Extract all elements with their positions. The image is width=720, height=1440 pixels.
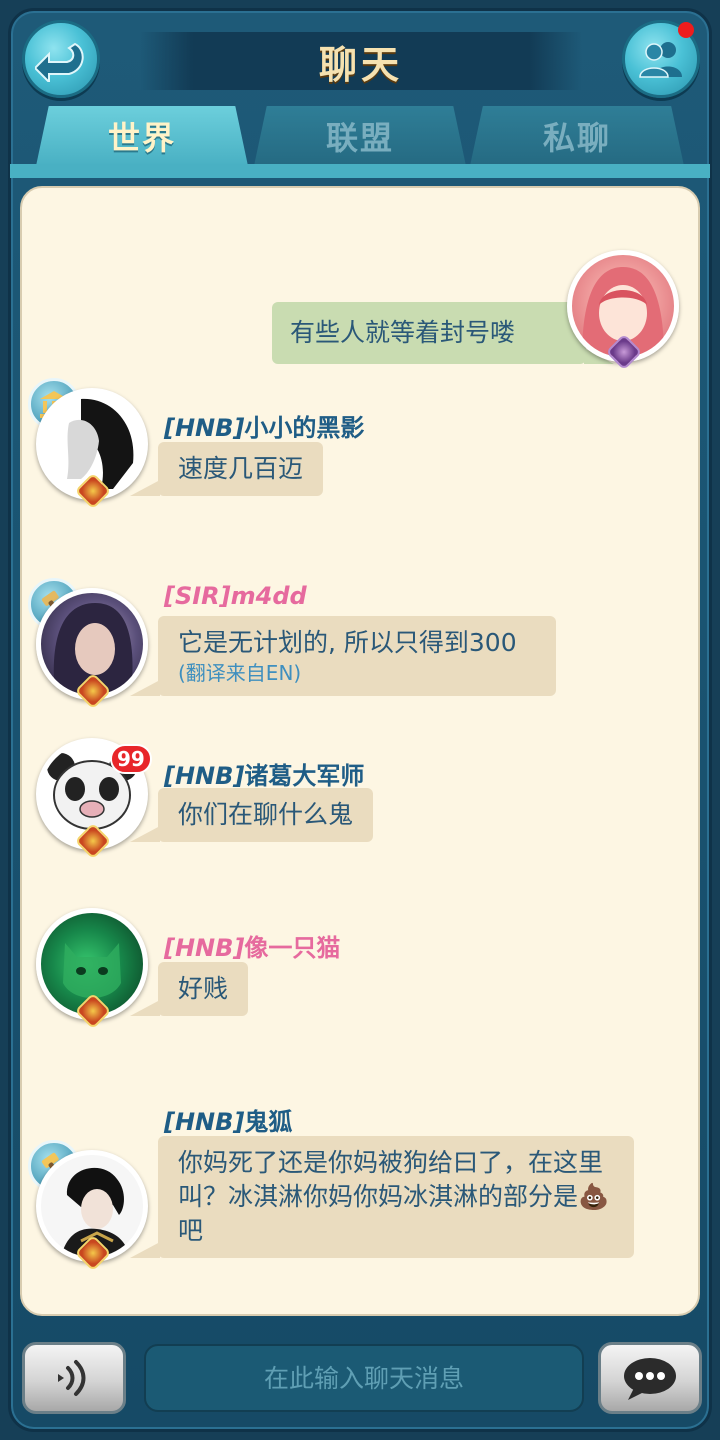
send-button[interactable] <box>598 1342 702 1414</box>
message-bubble[interactable]: 速度几百迈 <box>129 442 324 496</box>
back-arrow-icon <box>35 42 84 82</box>
chat-input[interactable] <box>144 1344 584 1412</box>
sender-name[interactable]: [HNB]像一只猫 <box>164 928 340 963</box>
tab-world[interactable]: 世界 <box>36 106 248 166</box>
chat-bubble-icon <box>624 1358 676 1400</box>
message-text: 速度几百迈 <box>178 454 304 483</box>
message-bubble[interactable]: 你们在聊什么鬼 <box>129 788 374 842</box>
message-text: 有些人就等着封号喽 <box>290 318 516 347</box>
message-bubble[interactable]: 你妈死了还是你妈被狗给曰了，在这里叫？冰淇淋你妈你妈冰淇淋的部分是💩吧 <box>130 1136 634 1258</box>
back-button[interactable] <box>22 20 100 98</box>
message-text: 你们在聊什么鬼 <box>178 800 354 829</box>
my-message-bubble[interactable]: 有些人就等着封号喽 <box>272 302 614 364</box>
message-text: 好贱 <box>178 974 229 1003</box>
sender-name[interactable]: [SIR]m4dd <box>164 582 307 610</box>
unread-count-badge: 99 <box>110 744 152 774</box>
voice-button[interactable] <box>22 1342 126 1414</box>
tab-private[interactable]: 私聊 <box>470 106 684 166</box>
page-title: 聊天 <box>318 42 403 87</box>
translation-note: (翻译来自EN) <box>178 661 302 685</box>
sender-name[interactable]: [HNB]诸葛大军师 <box>164 756 364 791</box>
notification-dot <box>678 22 694 38</box>
sender-name[interactable]: [HNB]小小的黑影 <box>164 408 364 443</box>
friends-icon <box>639 42 682 78</box>
message-text: 它是无计划的, 所以只得到300 <box>178 628 517 657</box>
tab-underline <box>10 164 710 178</box>
message-bubble[interactable]: 它是无计划的, 所以只得到300 (翻译来自EN) <box>130 616 556 696</box>
message-bubble[interactable]: 好贱 <box>129 962 249 1016</box>
tab-alliance[interactable]: 联盟 <box>254 106 466 166</box>
message-text: 你妈死了还是你妈被狗给曰了，在这里叫？冰淇淋你妈你妈冰淇淋的部分是💩吧 <box>178 1148 610 1245</box>
title-bar: 聊天 <box>140 32 582 90</box>
voice-icon <box>58 1360 86 1396</box>
sender-name[interactable]: [HNB]鬼狐 <box>164 1102 292 1137</box>
